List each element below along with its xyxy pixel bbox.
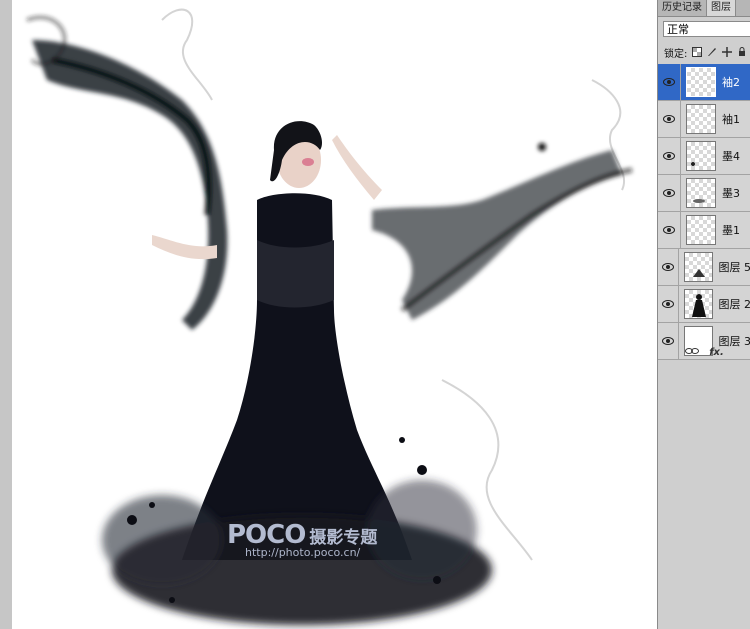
layer-row[interactable]: 墨3 <box>658 175 750 212</box>
layer-name: 图层 2 <box>718 298 750 311</box>
layer-name: 墨3 <box>722 187 740 200</box>
lock-all-icon[interactable] <box>736 47 747 58</box>
layers-list: 袖2 袖1 墨4 墨3 墨1 图层 5 图层 2 图层 3 <box>658 64 750 360</box>
canvas-area: POCO 摄影专题 http://photo.poco.cn/ <box>0 0 657 629</box>
layer-thumbnail <box>686 67 716 97</box>
layer-row[interactable]: 墨4 <box>658 138 750 175</box>
eye-icon[interactable] <box>658 212 681 248</box>
eye-icon[interactable] <box>658 64 681 100</box>
lock-label: 锁定: <box>664 48 688 60</box>
eye-icon[interactable] <box>658 175 681 211</box>
document-canvas[interactable]: POCO 摄影专题 http://photo.poco.cn/ <box>12 0 657 629</box>
tab-history[interactable]: 历史记录 <box>658 0 707 16</box>
layer-name: 墨1 <box>722 224 740 237</box>
watermark: POCO 摄影专题 http://photo.poco.cn/ <box>227 520 378 559</box>
layer-row[interactable]: 袖2 <box>658 64 750 101</box>
blend-mode-select[interactable]: 正常 <box>663 21 750 37</box>
panel-tabs: 历史记录 图层 <box>658 0 750 17</box>
layer-thumbnail <box>686 215 716 245</box>
lock-row: 锁定: <box>658 43 750 61</box>
eye-icon[interactable] <box>658 138 681 174</box>
lock-move-icon[interactable] <box>721 47 732 58</box>
layer-name: 墨4 <box>722 150 740 163</box>
link-icon[interactable] <box>685 347 700 358</box>
layer-row[interactable]: 图层 5 <box>658 249 750 286</box>
layer-row[interactable]: 图层 2 <box>658 286 750 323</box>
lock-paint-icon[interactable] <box>706 47 717 58</box>
layer-thumbnail <box>684 289 713 319</box>
layer-row[interactable]: 袖1 <box>658 101 750 138</box>
layer-thumbnail <box>686 178 716 208</box>
layer-thumbnail <box>684 252 713 282</box>
layer-name: 袖1 <box>722 113 740 126</box>
eye-icon[interactable] <box>658 286 680 322</box>
layer-thumbnail <box>686 104 716 134</box>
layer-row[interactable]: 墨1 <box>658 212 750 249</box>
watermark-brand-cn: 摄影专题 <box>309 528 378 548</box>
eye-icon[interactable] <box>658 101 681 137</box>
layers-panel: 历史记录 图层 正常 锁定: 袖2 袖1 墨4 墨3 墨1 图层 5 图层 2 … <box>657 0 750 629</box>
layer-thumbnail <box>686 141 716 171</box>
panel-footer: fx. <box>658 345 750 359</box>
fx-button[interactable]: fx. <box>709 347 724 358</box>
layer-name: 袖2 <box>722 76 740 89</box>
layer-name: 图层 5 <box>718 261 750 274</box>
eye-icon[interactable] <box>658 249 680 285</box>
watermark-url: http://photo.poco.cn/ <box>245 546 361 559</box>
tab-layers[interactable]: 图层 <box>707 0 736 16</box>
lock-transparency-icon[interactable] <box>691 47 702 58</box>
